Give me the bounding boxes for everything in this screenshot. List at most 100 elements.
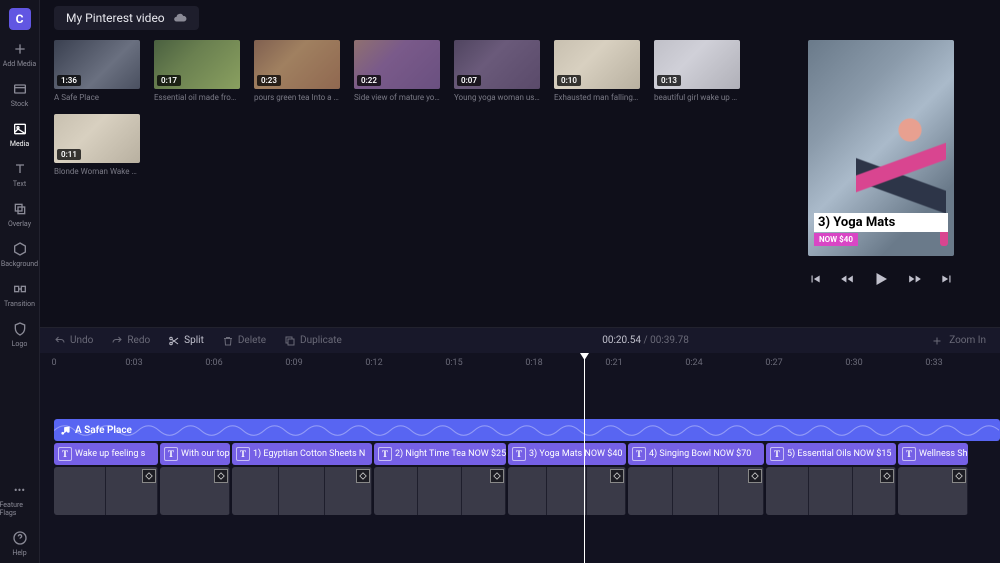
video-frame-thumb [232, 467, 279, 515]
text-clip-label: With our top 5 pr [181, 449, 230, 459]
text-clip[interactable]: T4) Singing Bowl NOW $70 [628, 443, 764, 465]
left-sidebar: C Add Media Stock Media Text Overlay Bac… [0, 0, 40, 563]
transition-handle-icon[interactable] [880, 469, 894, 483]
sidebar-item-transition[interactable]: Transition [0, 274, 40, 314]
sidebar-item-logo[interactable]: Logo [0, 314, 40, 354]
sidebar-item-label: Overlay [8, 220, 31, 228]
split-button[interactable]: Split [168, 335, 204, 347]
transition-handle-icon[interactable] [356, 469, 370, 483]
duplicate-button[interactable]: Duplicate [284, 335, 342, 347]
media-item[interactable]: 0:10 Exhausted man falling a... [554, 40, 640, 102]
media-item[interactable]: 0:13 beautiful girl wake up a... [654, 40, 740, 102]
media-thumbnail: 0:10 [554, 40, 640, 89]
delete-button[interactable]: Delete [222, 335, 266, 347]
ruler-tick: 0:15 [445, 358, 462, 368]
timeline[interactable]: 00:030:060:090:120:150:180:210:240:270:3… [40, 353, 1000, 563]
sidebar-item-label: Media [10, 140, 29, 148]
redo-icon [111, 335, 123, 347]
video-frame-thumb [766, 467, 809, 515]
plus-icon [11, 40, 29, 58]
overlay-icon [11, 200, 29, 218]
text-clip[interactable]: T3) Yoga Mats NOW $40 [508, 443, 626, 465]
fast-forward-icon[interactable] [908, 272, 922, 286]
video-frame-thumb [374, 467, 418, 515]
video-clip[interactable] [898, 467, 968, 515]
skip-start-icon[interactable] [808, 272, 822, 286]
media-caption: Essential oil made from... [154, 93, 240, 102]
sidebar-item-label: Transition [4, 300, 35, 308]
sidebar-item-add-media[interactable]: Add Media [0, 34, 40, 74]
media-item[interactable]: 0:07 Young yoga woman usin... [454, 40, 540, 102]
sidebar-item-text[interactable]: Text [0, 154, 40, 194]
transition-handle-icon[interactable] [142, 469, 156, 483]
app-logo[interactable]: C [9, 8, 31, 30]
sidebar-item-media[interactable]: Media [0, 114, 40, 154]
video-clip[interactable] [54, 467, 158, 515]
player-controls [808, 270, 954, 288]
waveform-icon [54, 419, 999, 441]
sidebar-item-label: Background [1, 260, 38, 268]
sidebar-item-stock[interactable]: Stock [0, 74, 40, 114]
media-caption: Young yoga woman usin... [454, 93, 540, 102]
video-clip[interactable] [160, 467, 230, 515]
sidebar-item-label: Logo [12, 340, 28, 348]
text-clip[interactable]: TWith our top 5 pr [160, 443, 230, 465]
media-thumbnail: 0:23 [254, 40, 340, 89]
text-clip[interactable]: T5) Essential Oils NOW $15 [766, 443, 896, 465]
video-clip[interactable] [374, 467, 506, 515]
video-clip[interactable] [628, 467, 764, 515]
play-button[interactable] [872, 270, 890, 288]
video-clip[interactable] [766, 467, 896, 515]
text-icon: T [58, 447, 72, 461]
project-title[interactable]: My Pinterest video [54, 6, 199, 30]
media-caption: A Safe Place [54, 93, 140, 102]
media-caption: pours green tea Into a Cup [254, 93, 340, 102]
text-clip[interactable]: T2) Night Time Tea NOW $25 [374, 443, 506, 465]
sidebar-item-overlay[interactable]: Overlay [0, 194, 40, 234]
playhead[interactable] [584, 353, 585, 563]
video-clip[interactable] [232, 467, 372, 515]
transition-handle-icon[interactable] [952, 469, 966, 483]
media-item[interactable]: 0:11 Blonde Woman Wake U... [54, 114, 140, 176]
rewind-icon[interactable] [840, 272, 854, 286]
sidebar-item-label: Feature Flags [0, 501, 40, 517]
transition-handle-icon[interactable] [214, 469, 228, 483]
text-clip[interactable]: TWellness Sh [898, 443, 968, 465]
video-frame-thumb [279, 467, 326, 515]
sidebar-item-background[interactable]: Background [0, 234, 40, 274]
sidebar-item-help[interactable]: Help [0, 523, 40, 563]
sidebar-item-feature-flags[interactable]: ••• Feature Flags [0, 475, 40, 523]
sidebar-item-label: Text [13, 180, 26, 188]
transition-icon [11, 280, 29, 298]
transition-handle-icon[interactable] [748, 469, 762, 483]
media-item[interactable]: 0:17 Essential oil made from... [154, 40, 240, 102]
media-item[interactable]: 1:36 A Safe Place [54, 40, 140, 102]
ruler-tick: 0:27 [765, 358, 782, 368]
media-duration-badge: 0:22 [357, 75, 381, 86]
zoom-in-button[interactable]: Zoom In [931, 335, 986, 347]
preview-frame[interactable]: 3) Yoga Mats NOW $40 [808, 40, 954, 256]
button-label: Redo [127, 335, 150, 346]
audio-clip[interactable]: A Safe Place [54, 419, 1000, 441]
button-label: Delete [238, 335, 266, 346]
ruler-tick: 0 [51, 358, 56, 368]
redo-button[interactable]: Redo [111, 335, 150, 347]
text-icon: T [512, 447, 526, 461]
skip-end-icon[interactable] [940, 272, 954, 286]
text-clip[interactable]: TWake up feeling s [54, 443, 158, 465]
transition-handle-icon[interactable] [490, 469, 504, 483]
undo-button[interactable]: Undo [54, 335, 93, 347]
transition-handle-icon[interactable] [610, 469, 624, 483]
total-time: 00:39.78 [650, 335, 689, 346]
video-clip[interactable] [508, 467, 626, 515]
header: My Pinterest video [40, 0, 1000, 36]
media-item[interactable]: 0:22 Side view of mature yog... [354, 40, 440, 102]
trash-icon [222, 335, 234, 347]
button-label: Split [184, 335, 204, 346]
text-clip-label: 1) Egyptian Cotton Sheets N [253, 449, 365, 459]
timeline-ruler[interactable]: 00:030:060:090:120:150:180:210:240:270:3… [54, 353, 1000, 371]
text-clip-label: 4) Singing Bowl NOW $70 [649, 449, 751, 459]
media-item[interactable]: 0:23 pours green tea Into a Cup [254, 40, 340, 102]
text-clip[interactable]: T1) Egyptian Cotton Sheets N [232, 443, 372, 465]
media-caption: Blonde Woman Wake U... [54, 167, 140, 176]
